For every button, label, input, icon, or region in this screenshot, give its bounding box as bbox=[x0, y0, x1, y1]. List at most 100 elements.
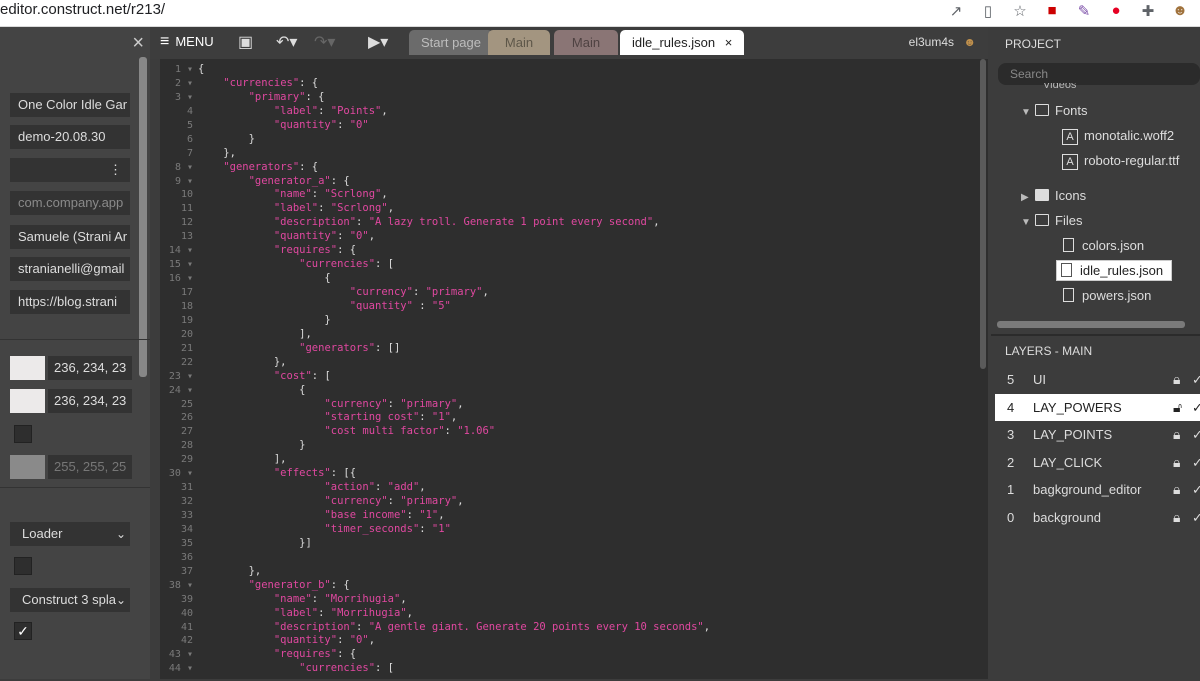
visibility-check-icon[interactable]: ✓ bbox=[1192, 449, 1200, 476]
code-line[interactable]: "quantity": "0", bbox=[198, 230, 710, 244]
tree-folder-files[interactable]: ▼ Files bbox=[1021, 213, 1082, 228]
tree-file-idle-rules[interactable]: idle_rules.json bbox=[1056, 260, 1173, 281]
author-field[interactable]: Samuele (Strani Ar bbox=[10, 225, 130, 249]
project-horizontal-scrollbar[interactable] bbox=[997, 321, 1185, 328]
code-line[interactable]: "currencies": [ bbox=[198, 258, 710, 272]
code-line[interactable]: } bbox=[198, 133, 710, 147]
code-line[interactable]: "description": "A lazy troll. Generate 1… bbox=[198, 216, 710, 230]
code-line[interactable]: "description": "A gentle giant. Generate… bbox=[198, 621, 710, 635]
code-line[interactable]: "primary": { bbox=[198, 91, 710, 105]
code-line[interactable]: "quantity": "0", bbox=[198, 634, 710, 648]
kebab-menu-icon[interactable]: ⋮ bbox=[109, 158, 122, 182]
external-link-icon[interactable]: ↗ bbox=[946, 2, 966, 20]
search-input[interactable]: Search bbox=[998, 63, 1200, 85]
code-line[interactable]: "quantity" : "5" bbox=[198, 300, 710, 314]
code-line[interactable]: "requires": { bbox=[198, 244, 710, 258]
close-icon[interactable]: × bbox=[132, 32, 144, 55]
visibility-check-icon[interactable]: ✓ bbox=[1192, 504, 1200, 531]
checkbox[interactable] bbox=[14, 557, 32, 575]
version-field[interactable]: demo-20.08.30 bbox=[10, 125, 130, 149]
code-line[interactable]: }, bbox=[198, 356, 710, 370]
url-text[interactable]: editor.construct.net/r213/ bbox=[0, 1, 165, 18]
code-line[interactable]: "currencies": { bbox=[198, 77, 710, 91]
code-line[interactable]: { bbox=[198, 63, 710, 77]
checked-checkbox[interactable]: ✓ bbox=[14, 622, 32, 640]
layer-row-active[interactable]: 4 LAY_POWERS 🔓︎ ✓ bbox=[995, 394, 1200, 421]
code-line[interactable]: "starting cost": "1", bbox=[198, 411, 710, 425]
lock-icon[interactable]: 🔒︎ bbox=[1173, 504, 1180, 531]
tab-main[interactable]: Main bbox=[488, 30, 550, 55]
close-tab-icon[interactable]: × bbox=[725, 35, 733, 50]
undo-icon[interactable]: ↶▾ bbox=[276, 32, 297, 52]
properties-scrollbar[interactable] bbox=[139, 57, 147, 377]
code-line[interactable]: "generators": { bbox=[198, 161, 710, 175]
username[interactable]: el3um4s ☻ bbox=[909, 35, 976, 49]
eyedropper-icon[interactable]: ✎ bbox=[1074, 2, 1094, 20]
layer-row[interactable]: 5 UI 🔒︎ ✓ bbox=[995, 366, 1200, 393]
tree-file-powers[interactable]: powers.json bbox=[1063, 288, 1151, 303]
app-id-field[interactable]: com.company.app bbox=[10, 191, 130, 215]
code-line[interactable]: "requires": { bbox=[198, 648, 710, 662]
layer-row[interactable]: 3 LAY_POINTS 🔒︎ ✓ bbox=[995, 421, 1200, 448]
redo-icon[interactable]: ↷▾ bbox=[314, 32, 335, 52]
lock-icon[interactable]: 🔒︎ bbox=[1173, 476, 1180, 503]
layer-row[interactable]: 1 bagkground_editor 🔒︎ ✓ bbox=[995, 476, 1200, 503]
code-line[interactable]: }] bbox=[198, 537, 710, 551]
color-swatch[interactable] bbox=[10, 455, 45, 479]
tab-idle-rules[interactable]: idle_rules.json × bbox=[620, 30, 745, 55]
code-line[interactable]: "currencies": [ bbox=[198, 662, 710, 676]
menu-button[interactable]: ≡ MENU bbox=[160, 33, 214, 51]
puzzle-icon[interactable]: ✚ bbox=[1138, 2, 1158, 20]
tree-folder-icons[interactable]: ▶ Icons bbox=[1021, 188, 1086, 203]
tab-main-2[interactable]: Main bbox=[554, 30, 618, 55]
code-line[interactable]: { bbox=[198, 272, 710, 286]
lock-icon[interactable]: 🔒︎ bbox=[1173, 449, 1180, 476]
save-icon[interactable]: ▣ bbox=[238, 32, 253, 52]
visibility-check-icon[interactable]: ✓ bbox=[1192, 394, 1200, 421]
expand-arrow-icon[interactable]: ▼ bbox=[1021, 217, 1035, 228]
lock-icon[interactable]: 🔒︎ bbox=[1173, 366, 1180, 393]
code-line[interactable]: "timer_seconds": "1" bbox=[198, 523, 710, 537]
scroll-thumb[interactable] bbox=[980, 59, 986, 369]
code-line[interactable]: { bbox=[198, 384, 710, 398]
code-line[interactable]: "generator_a": { bbox=[198, 175, 710, 189]
empty-field[interactable]: ⋮ bbox=[10, 158, 130, 182]
collapse-arrow-icon[interactable]: ▶ bbox=[1021, 192, 1035, 203]
code-line[interactable]: "name": "Scrlong", bbox=[198, 188, 710, 202]
visibility-check-icon[interactable]: ✓ bbox=[1192, 366, 1200, 393]
layer-row[interactable]: 2 LAY_CLICK 🔒︎ ✓ bbox=[995, 449, 1200, 476]
loader-select[interactable]: Loader ⌄ bbox=[10, 522, 130, 546]
code-line[interactable]: "quantity": "0" bbox=[198, 119, 710, 133]
profile-icon[interactable]: ☻ bbox=[1170, 2, 1190, 20]
tree-file-monotalic[interactable]: Amonotalic.woff2 bbox=[1062, 128, 1174, 145]
project-name-field[interactable]: One Color Idle Gar bbox=[10, 93, 130, 117]
tree-file-roboto[interactable]: Aroboto-regular.ttf bbox=[1062, 153, 1179, 170]
code-line[interactable]: }, bbox=[198, 147, 710, 161]
code-line[interactable]: "label": "Scrlong", bbox=[198, 202, 710, 216]
code-line[interactable]: }, bbox=[198, 565, 710, 579]
play-icon[interactable]: ▶▾ bbox=[368, 32, 388, 52]
code-line[interactable]: "generators": [] bbox=[198, 342, 710, 356]
color-swatch[interactable] bbox=[10, 389, 45, 413]
page-icon[interactable]: ▯ bbox=[978, 2, 998, 20]
code-line[interactable]: ], bbox=[198, 328, 710, 342]
splash-select[interactable]: Construct 3 spla ⌄ bbox=[10, 588, 130, 612]
visibility-check-icon[interactable]: ✓ bbox=[1192, 476, 1200, 503]
code-line[interactable]: "action": "add", bbox=[198, 481, 710, 495]
code-line[interactable]: "currency": "primary", bbox=[198, 398, 710, 412]
checkbox[interactable] bbox=[14, 425, 32, 443]
tab-start-page[interactable]: Start page bbox=[409, 30, 493, 55]
layer-row[interactable]: 0 background 🔒︎ ✓ bbox=[995, 504, 1200, 531]
code-line[interactable]: "currency": "primary", bbox=[198, 286, 710, 300]
code-line[interactable]: "base income": "1", bbox=[198, 509, 710, 523]
code-line[interactable]: ], bbox=[198, 453, 710, 467]
editor-scrollbar[interactable] bbox=[978, 59, 988, 679]
color-value[interactable]: 236, 234, 23 bbox=[48, 356, 132, 380]
code-line[interactable]: } bbox=[198, 314, 710, 328]
star-icon[interactable]: ☆ bbox=[1010, 2, 1030, 20]
code-lines[interactable]: { "currencies": { "primary": { "label": … bbox=[198, 63, 710, 676]
code-line[interactable]: "cost": [ bbox=[198, 370, 710, 384]
email-field[interactable]: stranianelli@gmail bbox=[10, 257, 130, 281]
color-swatch[interactable] bbox=[10, 356, 45, 380]
code-line[interactable]: } bbox=[198, 439, 710, 453]
